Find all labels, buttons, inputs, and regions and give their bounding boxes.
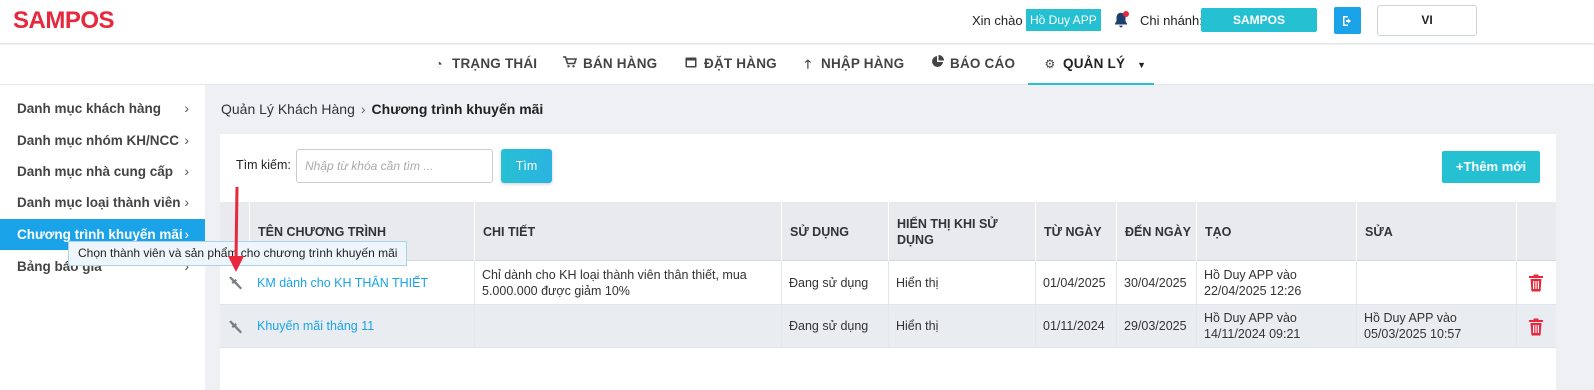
nav-label: ĐẶT HÀNG (704, 56, 777, 71)
column-header-created[interactable]: TẠO (1197, 202, 1357, 261)
nav-item-ban-hang[interactable]: BÁN HÀNG (563, 45, 657, 85)
nav-item-trang-thai[interactable]: ◔ TRẠNG THÁI (432, 45, 537, 85)
promotion-detail (475, 305, 782, 347)
add-new-button[interactable]: +Thêm mới (1442, 151, 1540, 183)
search-button[interactable]: Tìm (501, 149, 552, 183)
nav-label: BÁO CÁO (950, 56, 1016, 71)
column-header-delete (1517, 202, 1556, 261)
nav-item-bao-cao[interactable]: BÁO CÁO (930, 45, 1015, 85)
sidebar-item-khach-hang[interactable]: Danh mục khách hàng › (0, 93, 205, 124)
arrow-up-icon: 🡑 (804, 57, 812, 71)
promotion-from-date: 01/11/2024 (1036, 305, 1117, 347)
nav-label: QUẢN LÝ (1063, 56, 1126, 71)
promotion-name-link[interactable]: KM dành cho KH THÂN THIẾT (250, 261, 475, 304)
wrench-icon[interactable] (226, 318, 244, 336)
add-new-label: Thêm mới (1463, 159, 1527, 174)
greeting-text: Xin chào (972, 13, 1023, 28)
nav-label: TRẠNG THÁI (452, 56, 538, 71)
column-header-to[interactable]: ĐẾN NGÀY (1117, 202, 1197, 261)
breadcrumb-current: Chương trình khuyến mãi (371, 101, 544, 117)
chevron-right-icon: › (184, 132, 189, 148)
nav-item-dat-hang[interactable]: ĐẶT HÀNG (684, 45, 777, 85)
content-panel: Tìm kiếm: Tìm +Thêm mới TÊN CHƯƠNG TRÌNH… (220, 134, 1556, 390)
promotion-name-link[interactable]: Khuyến mãi tháng 11 (250, 305, 475, 347)
breadcrumb-parent[interactable]: Quản Lý Khách Hàng (221, 101, 355, 117)
logo[interactable]: SAMPOS (13, 7, 115, 35)
sidebar-item-nha-cung-cap[interactable]: Danh mục nhà cung cấp › (0, 156, 205, 187)
column-header-detail[interactable]: CHI TIẾT (475, 202, 782, 261)
user-name-badge[interactable]: Hồ Duy APP (1026, 9, 1101, 31)
trash-icon[interactable] (1528, 318, 1544, 336)
promotion-display: Hiển thị (889, 305, 1036, 347)
language-selector[interactable]: VI (1377, 5, 1477, 36)
branch-label: Chi nhánh: (1140, 13, 1203, 28)
sidebar-item-loai-thanh-vien[interactable]: Danh mục loại thành viên › (0, 187, 205, 218)
column-header-edited[interactable]: SỬA (1357, 202, 1517, 261)
promotion-usage: Đang sử dụng (782, 305, 889, 347)
promotion-from-date: 01/04/2025 (1036, 261, 1117, 304)
trash-icon[interactable] (1528, 274, 1544, 292)
dashboard-icon: ◔ (435, 57, 443, 71)
sidebar-item-label: Chương trình khuyến mãi (17, 227, 183, 242)
caret-down-icon: ▼ (1137, 60, 1147, 70)
nav-item-quan-ly[interactable]: ⚙ QUẢN LÝ ▼ (1028, 45, 1154, 85)
promotion-created: Hồ Duy APP vào 22/04/2025 12:26 (1197, 261, 1357, 304)
column-header-from[interactable]: TỪ NGÀY (1036, 202, 1117, 261)
nav-label: BÁN HÀNG (583, 56, 658, 71)
sidebar-item-label: Danh mục khách hàng (17, 101, 162, 116)
sidebar: Danh mục khách hàng › Danh mục nhóm KH/NC… (0, 85, 205, 390)
logout-icon (1342, 16, 1351, 27)
gear-icon: ⚙ (1044, 57, 1056, 71)
table-row: KM dành cho KH THÂN THIẾT Chỉ dành cho K… (220, 261, 1556, 305)
column-header-display[interactable]: HIỂN THỊ KHI SỬ DỤNG (889, 202, 1036, 261)
nav-item-nhap-hang[interactable]: 🡑 NHẬP HÀNG (801, 45, 904, 85)
top-bar: SAMPOS Xin chào Hồ Duy APP Chi nhánh: SA… (0, 0, 1594, 44)
search-label: Tìm kiếm: (236, 158, 291, 172)
pie-chart-icon (930, 45, 944, 83)
sidebar-item-nhom-kh[interactable]: Danh mục nhóm KH/NCC › (0, 125, 205, 156)
promotion-edited: Hồ Duy APP vào 05/03/2025 10:57 (1357, 305, 1517, 347)
promotion-created: Hồ Duy APP vào 14/11/2024 09:21 (1197, 305, 1357, 347)
table-row: Khuyến mãi tháng 11 Đang sử dụng Hiển th… (220, 305, 1556, 348)
promotion-usage: Đang sử dụng (782, 261, 889, 304)
sidebar-item-label: Danh mục nhóm KH/NCC (17, 133, 179, 148)
promotion-detail: Chỉ dành cho KH loại thành viên thân thi… (475, 261, 782, 304)
logout-button[interactable] (1334, 7, 1361, 34)
search-input[interactable] (296, 149, 493, 183)
notification-dot (1123, 11, 1129, 17)
table-header: TÊN CHƯƠNG TRÌNH CHI TIẾT SỬ DỤNG HIỂN T… (220, 202, 1556, 261)
promotion-display: Hiển thị (889, 261, 1036, 304)
cart-icon (563, 45, 578, 83)
annotation-arrow-icon (228, 186, 244, 272)
calendar-icon (684, 45, 698, 83)
chevron-right-icon: › (184, 100, 189, 116)
promotion-to-date: 30/04/2025 (1117, 261, 1197, 304)
sidebar-item-label: Danh mục loại thành viên (17, 195, 181, 210)
main-nav: ◔ TRẠNG THÁI BÁN HÀNG ĐẶT HÀNG 🡑 NHẬP HÀNG… (0, 45, 1594, 85)
breadcrumb: Quản Lý Khách Hàng › Chương trình khuyến m… (221, 101, 543, 117)
chevron-right-icon: › (184, 163, 189, 179)
promotion-to-date: 29/03/2025 (1117, 305, 1197, 347)
chevron-right-icon: › (184, 194, 189, 210)
chevron-right-icon: › (360, 101, 366, 117)
branch-selector[interactable]: SAMPOS (1201, 8, 1317, 32)
nav-label: NHẬP HÀNG (821, 56, 905, 71)
promotion-edited (1357, 261, 1517, 304)
wrench-icon[interactable] (226, 274, 244, 292)
column-header-usage[interactable]: SỬ DỤNG (782, 202, 889, 261)
sidebar-item-label: Danh mục nhà cung cấp (17, 164, 174, 179)
